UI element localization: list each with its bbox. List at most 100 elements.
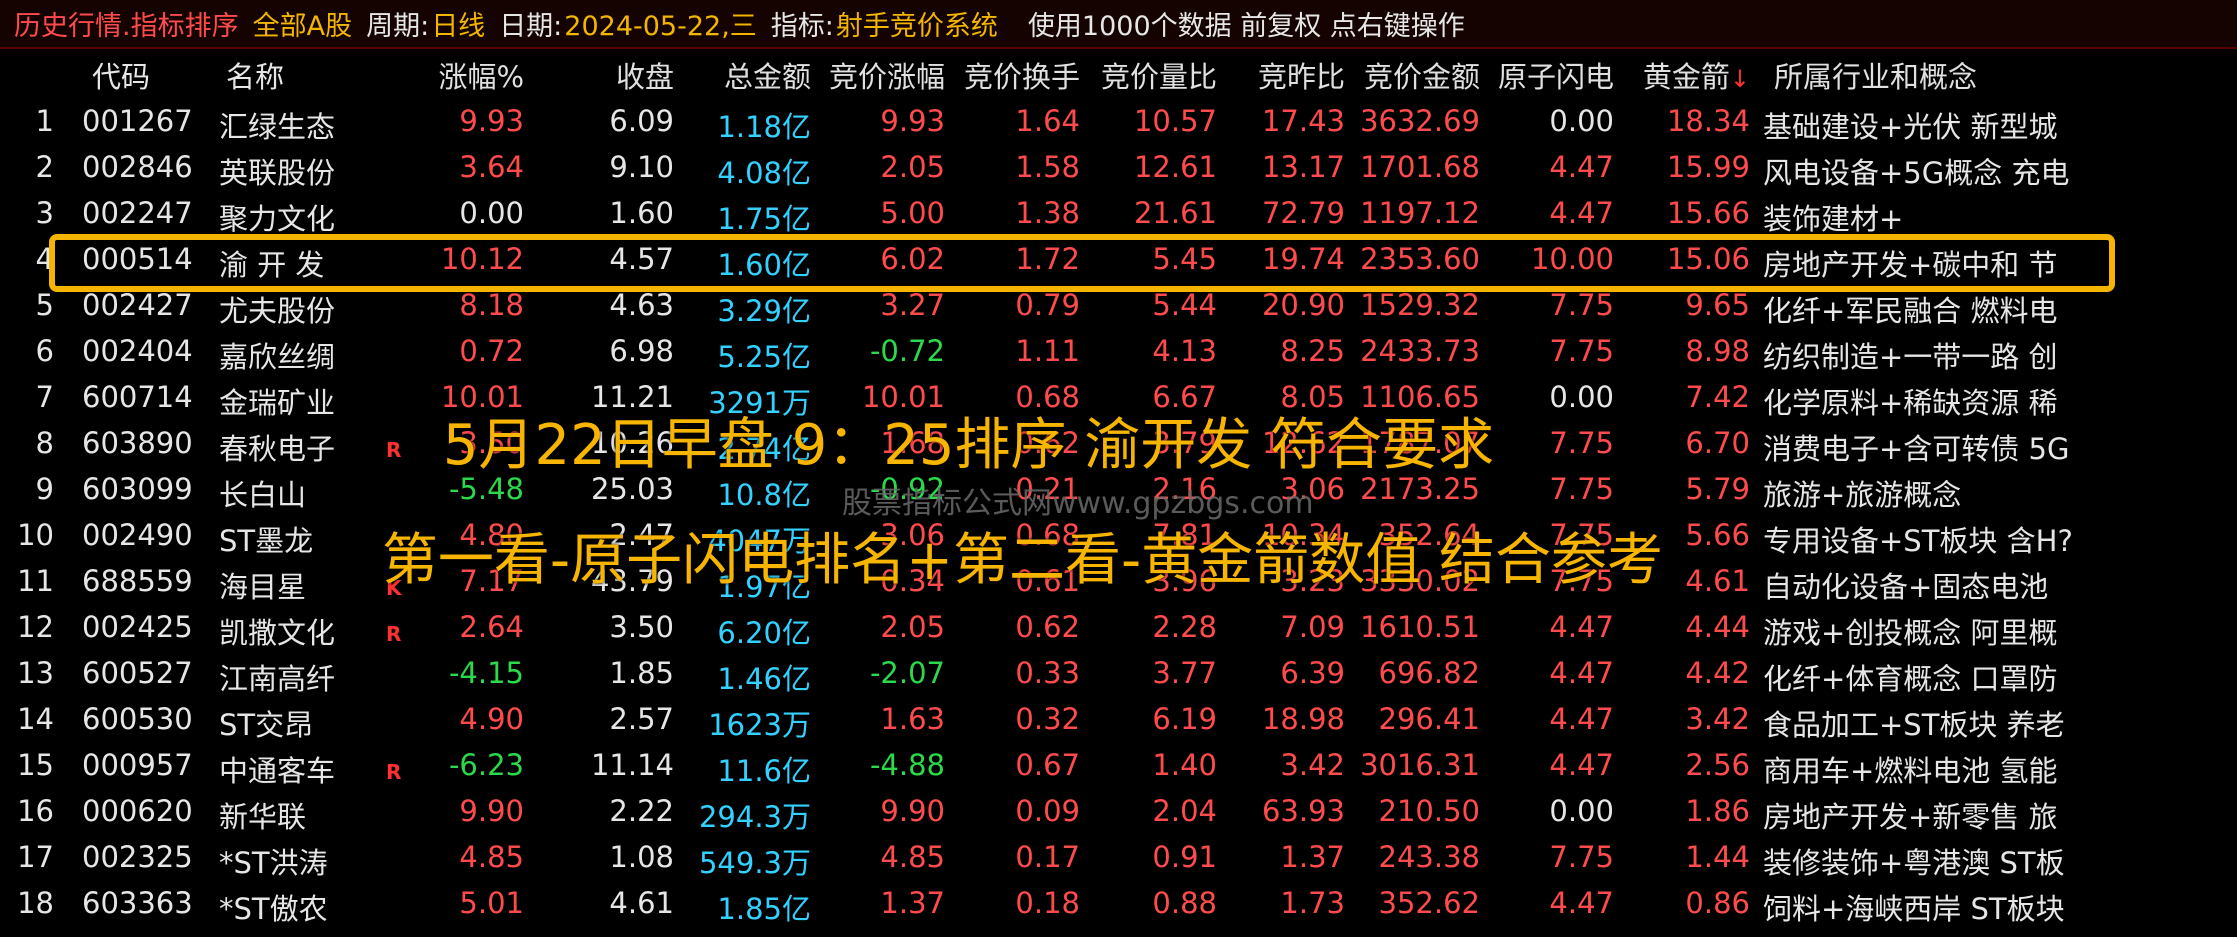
stock-name: 嘉欣丝绸 [219, 340, 336, 374]
column-header-bid-turnover[interactable]: 竞价换手 [964, 54, 1080, 96]
column-header-name[interactable]: 名称 [226, 54, 284, 96]
info-text: 使用1000个数据 前复权 点右键操作 [1027, 11, 1465, 42]
bid-volume-ratio: 0.88 [1152, 886, 1217, 920]
industry-concepts: 商用车+燃料电池 氢能 [1763, 754, 2058, 788]
column-header-golden-arrow[interactable]: 黄金箭↓ [1643, 54, 1750, 96]
industry-concepts: 房地产开发+新零售 旅 [1763, 800, 2058, 834]
bid-change: 9.93 [880, 104, 945, 138]
atom-flash: 4.47 [1549, 748, 1614, 782]
change-percent: 8.18 [459, 288, 524, 322]
column-header-close[interactable]: 收盘 [616, 54, 674, 96]
column-header-bid-yesterday-ratio[interactable]: 竞昨比 [1258, 54, 1345, 96]
stock-code: 002425 [82, 610, 193, 644]
total-amount: 11.6亿 [717, 754, 811, 788]
change-percent: 4.90 [459, 702, 524, 736]
table-row[interactable]: 1 001267 汇绿生态 9.93 6.09 1.18亿 9.93 1.64 10.57 17.… [0, 104, 2237, 150]
bid-turnover: 0.09 [1015, 794, 1080, 828]
industry-concepts: 基础建设+光伏 新型城 [1763, 110, 2058, 144]
column-header-code[interactable]: 代码 [92, 54, 150, 96]
table-row[interactable]: 16 000620 新华联 9.90 2.22 294.3万 9.90 0.09 2.04 63.… [0, 794, 2237, 840]
indicator-label: 指标: [770, 11, 834, 42]
stock-name: 尤夫股份 [219, 294, 336, 328]
column-header-bid-amount[interactable]: 竞价金额 [1364, 54, 1480, 96]
stock-name: 新华联 [219, 800, 307, 834]
stock-code: 600530 [82, 702, 193, 736]
bid-amount: 1197.12 [1360, 196, 1480, 230]
stock-name: 中通客车 [219, 754, 336, 788]
atom-flash: 4.47 [1549, 150, 1614, 184]
close-price: 6.09 [609, 104, 674, 138]
change-percent: 0.00 [459, 196, 524, 230]
column-header-bid-change[interactable]: 竞价涨幅 [829, 54, 945, 96]
bid-yesterday-ratio: 17.43 [1261, 104, 1345, 138]
table-row[interactable]: 18 603363 *ST傲农 5.01 4.61 1.85亿 1.37 0.18 0.88 1.… [0, 886, 2237, 932]
close-price: 4.61 [609, 886, 674, 920]
column-header-amount[interactable]: 总金额 [724, 54, 811, 96]
bid-amount: 2433.73 [1360, 334, 1480, 368]
stock-name: ST交昂 [219, 708, 314, 742]
table-row[interactable]: 17 002325 *ST洪涛 4.85 1.08 549.3万 4.85 0.17 0.91 1… [0, 840, 2237, 886]
bid-turnover: 0.67 [1015, 748, 1080, 782]
bid-turnover: 0.32 [1015, 702, 1080, 736]
sort-desc-icon: ↓ [1729, 65, 1750, 93]
bid-change: 4.85 [880, 840, 945, 874]
stock-code: 002404 [82, 334, 193, 368]
period-value[interactable]: 日线 [431, 4, 485, 43]
bid-volume-ratio: 12.61 [1133, 150, 1217, 184]
stock-code: 000957 [82, 748, 193, 782]
window-title: 历史行情.指标排序 [14, 11, 239, 42]
table-row[interactable]: 6 002404 嘉欣丝绸 0.72 6.98 5.25亿 -0.72 1.11 4.13 8.2… [0, 334, 2237, 380]
stock-name: *ST洪涛 [219, 846, 328, 880]
golden-arrow: 2.56 [1685, 748, 1750, 782]
bid-turnover: 0.79 [1015, 288, 1080, 322]
total-amount: 4.08亿 [717, 156, 811, 190]
table-row[interactable]: 5 002427 尤夫股份 8.18 4.63 3.29亿 3.27 0.79 5.44 20.9… [0, 288, 2237, 334]
bid-yesterday-ratio: 20.90 [1261, 288, 1345, 322]
row-index: 6 [35, 334, 54, 368]
close-price: 4.63 [609, 288, 674, 322]
golden-arrow: 1.44 [1685, 840, 1750, 874]
atom-flash: 4.47 [1549, 702, 1614, 736]
column-header-industry[interactable]: 所属行业和概念 [1774, 54, 1977, 96]
total-amount: 1.46亿 [717, 662, 811, 696]
column-header-bid-volume-ratio[interactable]: 竞价量比 [1101, 54, 1217, 96]
stock-code: 002427 [82, 288, 193, 322]
indicator-value[interactable]: 射手竞价系统 [836, 4, 998, 43]
industry-concepts: 饲料+海峡西岸 ST板块 [1763, 892, 2065, 926]
bid-change: -0.72 [869, 334, 945, 368]
golden-arrow: 0.86 [1685, 886, 1750, 920]
golden-arrow: 1.86 [1685, 794, 1750, 828]
table-row[interactable]: 2 002846 英联股份 3.64 9.10 4.08亿 2.05 1.58 12.61 13.… [0, 150, 2237, 196]
date-value[interactable]: 2024-05-22,三 [564, 4, 757, 43]
market-selector[interactable]: 全部A股 [253, 4, 352, 43]
bid-turnover: 0.17 [1015, 840, 1080, 874]
stock-name: 凯撒文化 [219, 616, 336, 650]
column-header-atom-flash[interactable]: 原子闪电 [1498, 54, 1614, 96]
bid-volume-ratio: 2.28 [1152, 610, 1217, 644]
atom-flash: 4.47 [1549, 610, 1614, 644]
stock-code: 001267 [82, 104, 193, 138]
row-index: 5 [35, 288, 54, 322]
industry-concepts: 化纤+体育概念 口罩防 [1763, 662, 2058, 696]
total-amount: 6.20亿 [717, 616, 811, 650]
change-percent: 9.90 [459, 794, 524, 828]
highlight-box [49, 234, 2115, 292]
bid-volume-ratio: 4.13 [1152, 334, 1217, 368]
bid-change: 1.63 [880, 702, 945, 736]
bid-volume-ratio: 2.04 [1152, 794, 1217, 828]
close-price: 11.14 [590, 748, 674, 782]
total-amount: 549.3万 [698, 846, 811, 880]
close-price: 1.08 [609, 840, 674, 874]
bid-change: -2.07 [869, 656, 945, 690]
table-row[interactable]: 15 000957 中通客车 R -6.23 11.14 11.6亿 -4.88 0.67 1.4… [0, 748, 2237, 794]
bid-yesterday-ratio: 7.09 [1280, 610, 1345, 644]
atom-flash: 7.75 [1549, 288, 1614, 322]
table-row[interactable]: 14 600530 ST交昂 4.90 2.57 1623万 1.63 0.32 6.19 18.… [0, 702, 2237, 748]
column-header-change[interactable]: 涨幅% [438, 54, 524, 96]
industry-concepts: 风电设备+5G概念 充电 [1763, 156, 2070, 190]
table-row[interactable]: 13 600527 江南高纤 -4.15 1.85 1.46亿 -2.07 0.33 3.77 6… [0, 656, 2237, 702]
golden-arrow: 4.42 [1685, 656, 1750, 690]
bid-yesterday-ratio: 6.39 [1280, 656, 1345, 690]
bid-volume-ratio: 6.19 [1152, 702, 1217, 736]
table-row[interactable]: 12 002425 凯撒文化 R 2.64 3.50 6.20亿 2.05 0.62 2.28 7.… [0, 610, 2237, 656]
